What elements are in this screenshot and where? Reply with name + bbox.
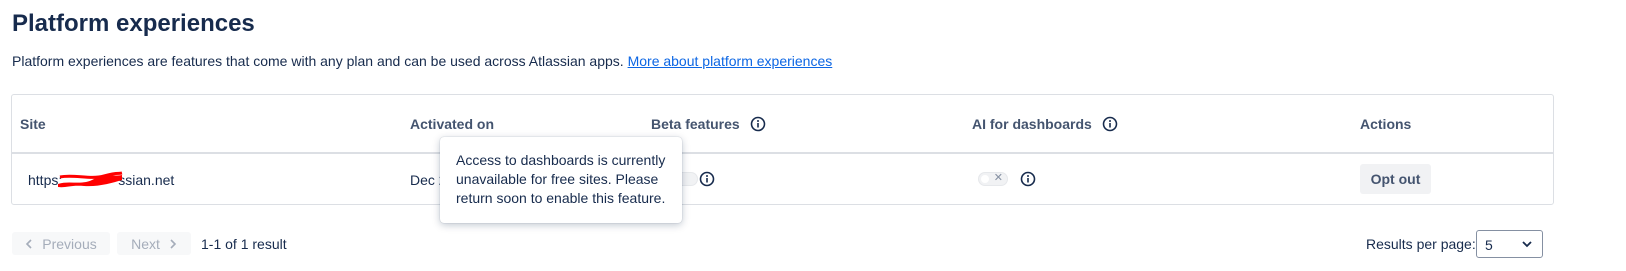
opt-out-button[interactable]: Opt out	[1360, 164, 1431, 194]
more-about-link[interactable]: More about platform experiences	[628, 53, 833, 69]
table-row: https: ssian.net Dec 2	[12, 155, 1553, 205]
chevron-down-icon	[1522, 241, 1532, 248]
chevron-right-icon	[170, 238, 177, 249]
results-per-page-select[interactable]: 5	[1476, 230, 1543, 258]
column-header-activated-on: Activated on	[410, 116, 494, 132]
info-icon[interactable]	[1020, 171, 1036, 187]
column-header-ai-dashboards: AI for dashboards	[972, 116, 1118, 132]
column-label-activated-on: Activated on	[410, 116, 495, 132]
results-per-page-value: 5	[1485, 237, 1493, 253]
column-label-ai-dashboards: AI for dashboards	[972, 116, 1092, 132]
next-button[interactable]: Next	[117, 232, 191, 255]
column-header-site: Site	[20, 116, 46, 132]
table-header: Site Activated on Beta features AI for d…	[12, 95, 1553, 154]
redaction-mark	[58, 171, 123, 188]
info-icon[interactable]	[1102, 116, 1118, 132]
previous-button[interactable]: Previous	[12, 232, 110, 255]
previous-label: Previous	[42, 235, 97, 252]
intro-text: Platform experiences are features that c…	[12, 53, 832, 69]
column-header-beta-features: Beta features	[651, 116, 766, 132]
ai-dashboards-tooltip: Access to dashboards is currently unavai…	[440, 137, 682, 223]
column-header-actions: Actions	[1360, 116, 1411, 132]
results-per-page-label: Results per page:	[1366, 236, 1476, 252]
info-icon[interactable]	[750, 116, 766, 132]
column-label-site: Site	[20, 116, 46, 132]
chevron-left-icon	[26, 238, 32, 249]
next-label: Next	[131, 235, 160, 252]
column-label-actions: Actions	[1360, 116, 1412, 132]
site-url-suffix: ssian.net	[118, 172, 175, 188]
info-icon[interactable]	[699, 171, 715, 187]
page-title: Platform experiences	[12, 10, 255, 37]
column-label-beta-features: Beta features	[651, 116, 740, 132]
close-icon: ✕	[993, 172, 1003, 184]
ai-dashboards-toggle[interactable]: ✕	[978, 172, 1008, 186]
platform-experiences-table: Site Activated on Beta features AI for d…	[11, 94, 1554, 205]
intro-description: Platform experiences are features that c…	[12, 53, 624, 69]
result-count: 1-1 of 1 result	[201, 236, 287, 252]
